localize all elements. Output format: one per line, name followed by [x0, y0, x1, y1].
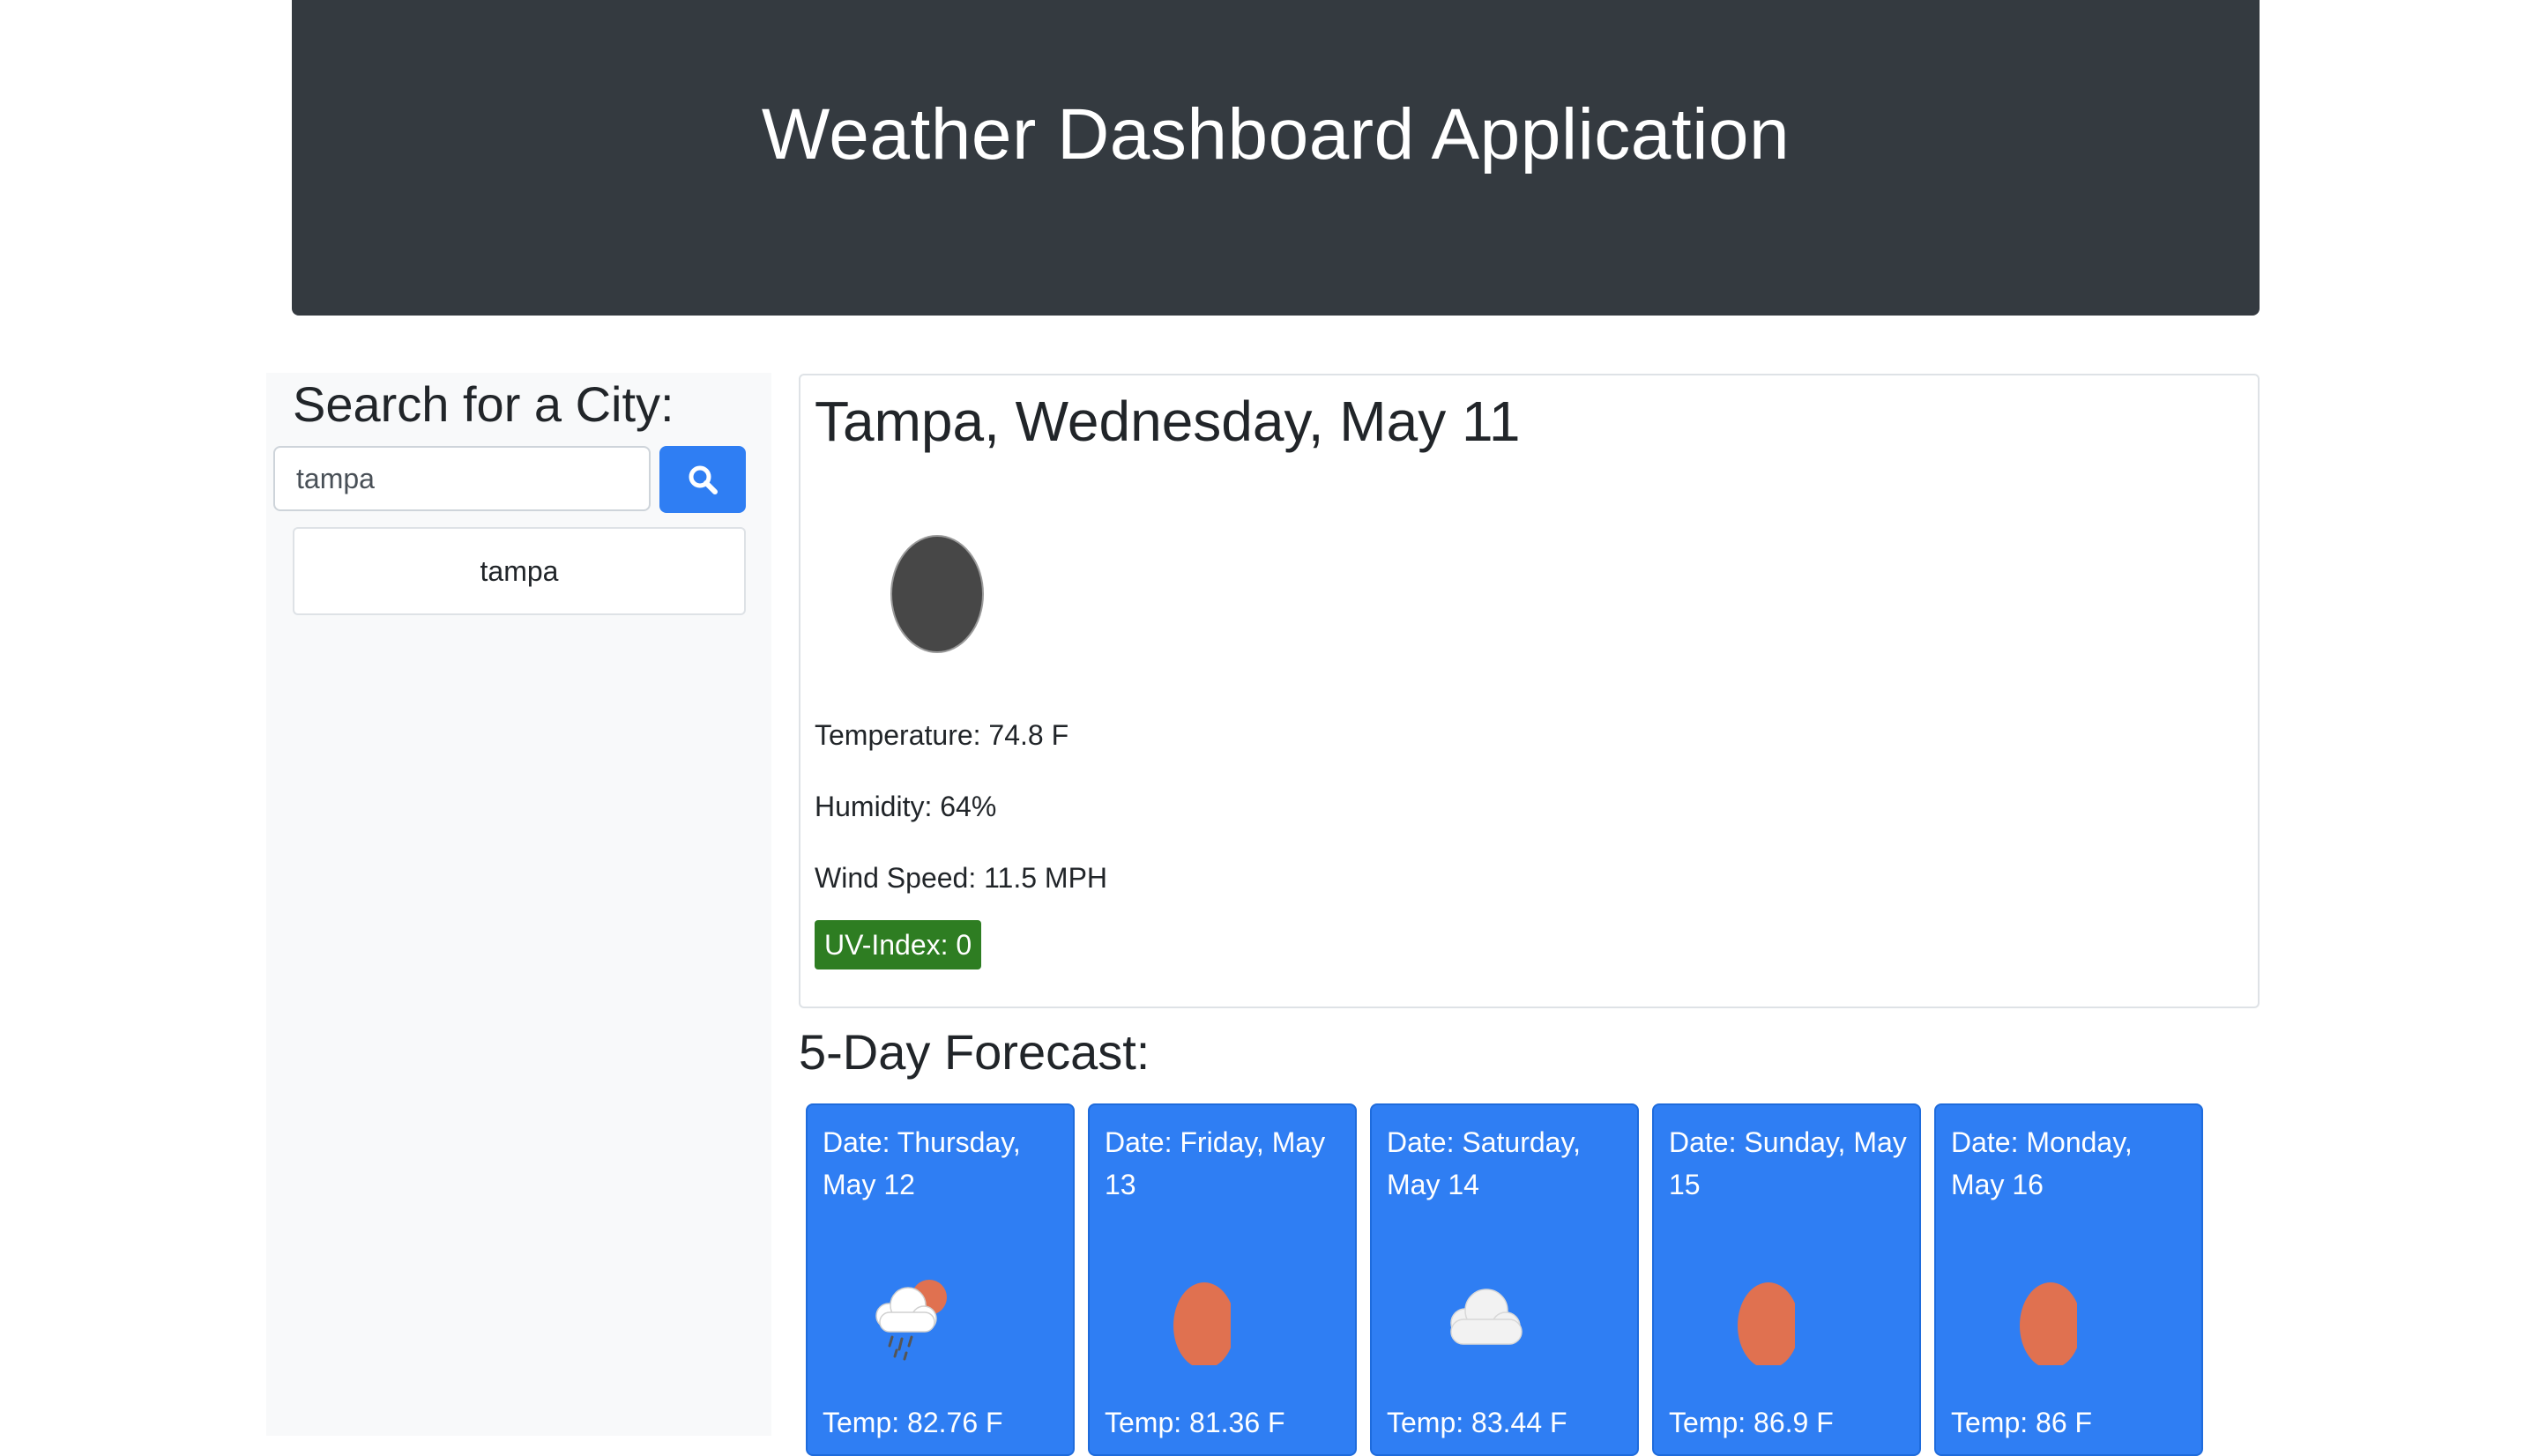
forecast-card: Date: Friday, May 13 Temp: 81.36 F: [1088, 1103, 1357, 1456]
current-wind-speed: Wind Speed: 11.5 MPH: [815, 862, 1108, 894]
page-title: Weather Dashboard Application: [761, 94, 1791, 175]
forecast-date: Date: Monday, May 16: [1951, 1126, 2133, 1200]
forecast-date: Date: Thursday, May 12: [823, 1126, 1021, 1200]
forecast-heading: 5-Day Forecast:: [799, 1024, 1150, 1080]
current-humidity: Humidity: 64%: [815, 791, 997, 822]
forecast-card: Date: Thursday, May 12 Temp: 82.76 F: [806, 1103, 1075, 1456]
sun-icon: [1738, 1282, 1795, 1365]
forecast-temp: Temp: 86 F: [1951, 1407, 2093, 1438]
sun-icon: [1173, 1282, 1231, 1365]
forecast-date: Date: Saturday, May 14: [1387, 1126, 1581, 1200]
search-history-item[interactable]: tampa: [293, 527, 746, 615]
forecast-card: Date: Monday, May 16 Temp: 86 F: [1934, 1103, 2203, 1456]
forecast-temp: Temp: 83.44 F: [1387, 1407, 1567, 1438]
sun-cloud-rain-icon: [875, 1280, 947, 1361]
search-button[interactable]: [659, 446, 746, 513]
moon-icon: [890, 535, 984, 653]
current-city-date: Tampa, Wednesday, May 11: [815, 390, 1521, 453]
forecast-date: Date: Friday, May 13: [1105, 1126, 1326, 1200]
current-temperature: Temperature: 74.8 F: [815, 719, 1069, 751]
sun-icon: [2020, 1282, 2077, 1365]
forecast-date: Date: Sunday, May 15: [1669, 1126, 1907, 1200]
current-weather-card: Tampa, Wednesday, May 11 Temperature: 74…: [799, 374, 2260, 1008]
search-heading: Search for a City:: [293, 376, 674, 432]
search-sidebar: Search for a City: tampa: [266, 373, 771, 1436]
forecast-card: Date: Sunday, May 15 Temp: 86.9 F: [1652, 1103, 1921, 1456]
cloud-icon: [1450, 1289, 1523, 1345]
uv-index-badge: UV-Index: 0: [815, 920, 982, 969]
forecast-temp: Temp: 82.76 F: [823, 1407, 1003, 1438]
city-search-input[interactable]: [273, 446, 651, 511]
forecast-temp: Temp: 86.9 F: [1669, 1407, 1834, 1438]
forecast-temp: Temp: 81.36 F: [1105, 1407, 1285, 1438]
forecast-card: Date: Saturday, May 14 Temp: 83.44 F: [1370, 1103, 1639, 1456]
header-banner: Weather Dashboard Application: [292, 0, 2260, 316]
search-icon: [689, 465, 718, 494]
